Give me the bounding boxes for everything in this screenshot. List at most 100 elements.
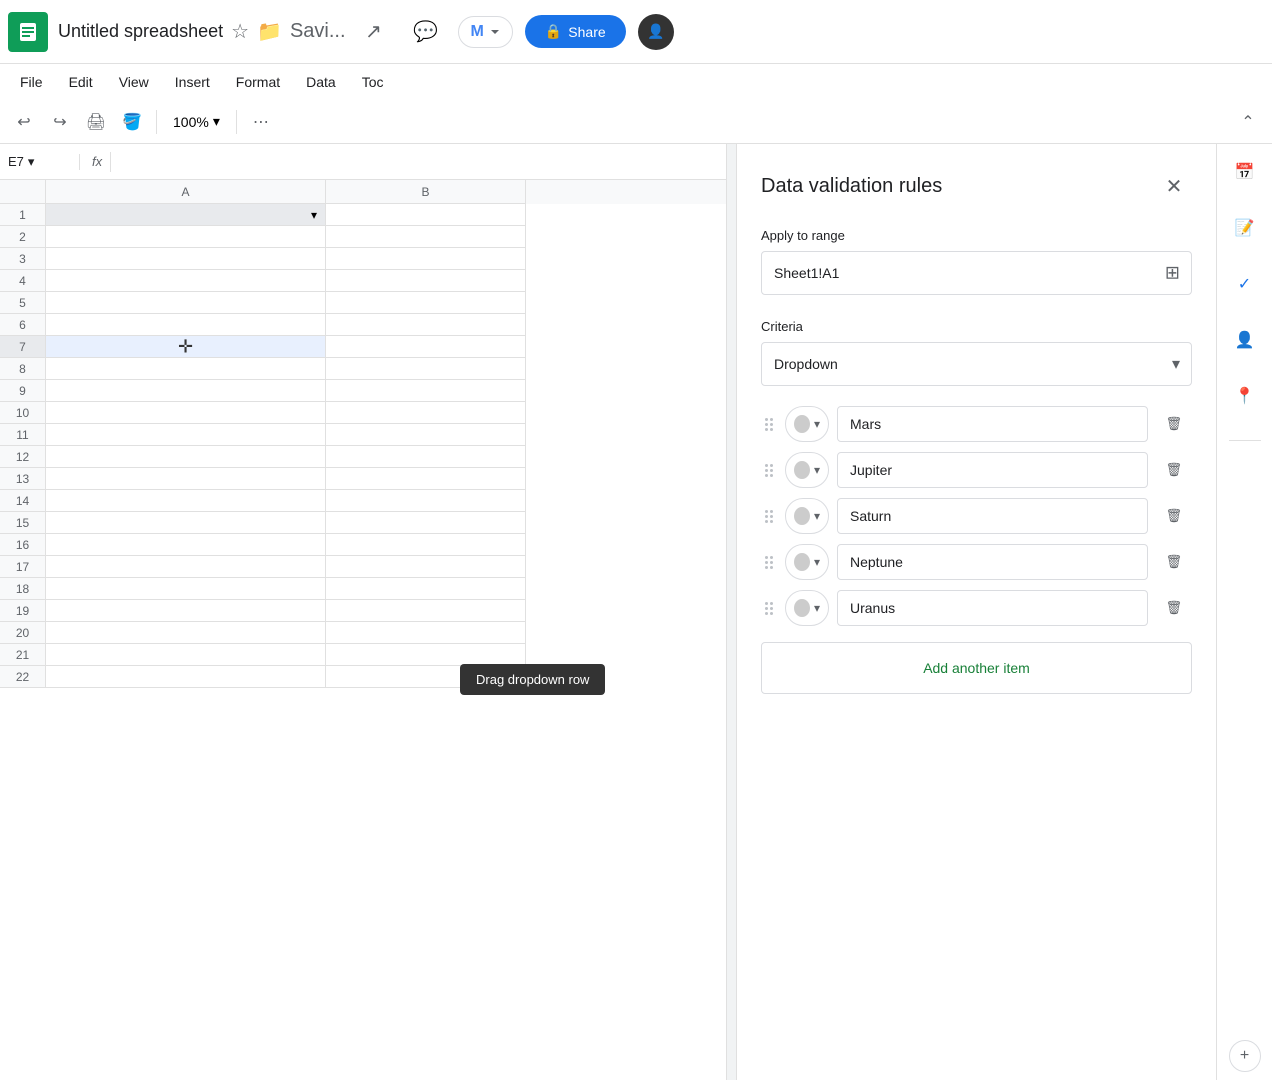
cell-a18[interactable]: [46, 578, 326, 600]
cell-b8[interactable]: [326, 358, 526, 380]
share-button[interactable]: 🔒 Share: [525, 15, 626, 48]
item-input-mars[interactable]: [837, 406, 1148, 442]
color-picker-1[interactable]: ▾: [785, 406, 829, 442]
drag-handle-3[interactable]: [761, 506, 777, 527]
zoom-selector[interactable]: 100% ▾: [165, 109, 228, 134]
cell-a10[interactable]: [46, 402, 326, 424]
cell-a20[interactable]: [46, 622, 326, 644]
menu-format[interactable]: Format: [224, 70, 292, 94]
delete-uranus-button[interactable]: 🗑: [1156, 590, 1192, 626]
cell-a9[interactable]: [46, 380, 326, 402]
cell-b15[interactable]: [326, 512, 526, 534]
calendar-icon[interactable]: 📅: [1225, 152, 1265, 192]
cell-a11[interactable]: [46, 424, 326, 446]
add-addon-button[interactable]: +: [1229, 1040, 1261, 1072]
color-picker-2[interactable]: ▾: [785, 452, 829, 488]
cell-b13[interactable]: [326, 468, 526, 490]
cell-b2[interactable]: [326, 226, 526, 248]
menu-edit[interactable]: Edit: [57, 70, 105, 94]
move-icon[interactable]: 📁: [257, 19, 282, 44]
item-input-saturn[interactable]: [837, 498, 1148, 534]
tasks-icon[interactable]: ✓: [1225, 264, 1265, 304]
cell-a13[interactable]: [46, 468, 326, 490]
cell-a12[interactable]: [46, 446, 326, 468]
criteria-select[interactable]: Dropdown Dropdown (from range) Checkbox …: [761, 342, 1192, 386]
grid-container[interactable]: A B 1 ▾ 2: [0, 180, 726, 1080]
cell-a1[interactable]: ▾: [46, 204, 326, 226]
redo-button[interactable]: ↪: [44, 106, 76, 138]
undo-button[interactable]: ↩: [8, 106, 40, 138]
cell-b10[interactable]: [326, 402, 526, 424]
star-icon[interactable]: ☆: [231, 19, 249, 44]
col-header-a[interactable]: A: [46, 180, 326, 204]
scrollbar[interactable]: [726, 144, 736, 1080]
chart-icon[interactable]: ↗: [354, 12, 394, 52]
maps-icon[interactable]: 📍: [1225, 376, 1265, 416]
cell-b7[interactable]: [326, 336, 526, 358]
cell-a3[interactable]: [46, 248, 326, 270]
cell-a6[interactable]: [46, 314, 326, 336]
delete-jupiter-button[interactable]: 🗑: [1156, 452, 1192, 488]
menu-data[interactable]: Data: [294, 70, 348, 94]
cell-b3[interactable]: [326, 248, 526, 270]
cell-a14[interactable]: [46, 490, 326, 512]
comment-icon[interactable]: 💬: [406, 12, 446, 52]
cell-b5[interactable]: [326, 292, 526, 314]
drag-handle-4[interactable]: [761, 552, 777, 573]
more-options-button[interactable]: ⋯: [245, 106, 277, 138]
menu-file[interactable]: File: [8, 70, 55, 94]
cell-a8[interactable]: [46, 358, 326, 380]
cell-a21[interactable]: [46, 644, 326, 666]
menu-toc[interactable]: Toc: [350, 70, 396, 94]
color-picker-3[interactable]: ▾: [785, 498, 829, 534]
add-item-button[interactable]: Add another item: [761, 642, 1192, 694]
cell-b17[interactable]: [326, 556, 526, 578]
cell-b19[interactable]: [326, 600, 526, 622]
cell-a16[interactable]: [46, 534, 326, 556]
cell-a19[interactable]: [46, 600, 326, 622]
color-picker-5[interactable]: ▾: [785, 590, 829, 626]
delete-saturn-button[interactable]: 🗑: [1156, 498, 1192, 534]
print-button[interactable]: 🖨: [80, 106, 112, 138]
formula-bar[interactable]: fx: [80, 152, 726, 172]
range-input[interactable]: [761, 251, 1192, 295]
menu-insert[interactable]: Insert: [163, 70, 222, 94]
drag-handle-2[interactable]: [761, 460, 777, 481]
cell-a7[interactable]: ✛: [46, 336, 326, 358]
user-avatar[interactable]: 👤: [638, 14, 674, 50]
cell-a17[interactable]: [46, 556, 326, 578]
collapse-button[interactable]: ⌃: [1232, 106, 1264, 138]
cell-a15[interactable]: [46, 512, 326, 534]
cell-b12[interactable]: [326, 446, 526, 468]
contacts-icon[interactable]: 👤: [1225, 320, 1265, 360]
drag-handle-5[interactable]: [761, 598, 777, 619]
color-picker-4[interactable]: ▾: [785, 544, 829, 580]
cell-b6[interactable]: [326, 314, 526, 336]
cell-b11[interactable]: [326, 424, 526, 446]
item-input-jupiter[interactable]: [837, 452, 1148, 488]
cell-b14[interactable]: [326, 490, 526, 512]
cell-b21[interactable]: [326, 644, 526, 666]
doc-title[interactable]: Untitled spreadsheet: [58, 21, 223, 42]
cell-a5[interactable]: [46, 292, 326, 314]
drag-handle-1[interactable]: [761, 414, 777, 435]
paint-format-button[interactable]: 🪣: [116, 106, 148, 138]
delete-neptune-button[interactable]: 🗑: [1156, 544, 1192, 580]
delete-mars-button[interactable]: 🗑: [1156, 406, 1192, 442]
cell-b4[interactable]: [326, 270, 526, 292]
item-input-uranus[interactable]: [837, 590, 1148, 626]
menu-view[interactable]: View: [107, 70, 161, 94]
cell-a4[interactable]: [46, 270, 326, 292]
notes-icon[interactable]: 📝: [1225, 208, 1265, 248]
dropdown-display[interactable]: ▾: [50, 206, 321, 224]
cell-b9[interactable]: [326, 380, 526, 402]
meet-button[interactable]: M: [458, 16, 513, 48]
cell-b20[interactable]: [326, 622, 526, 644]
panel-close-button[interactable]: ✕: [1156, 168, 1192, 204]
grid-selector-icon[interactable]: ⊞: [1165, 263, 1180, 284]
cell-b1[interactable]: [326, 204, 526, 226]
item-input-neptune[interactable]: [837, 544, 1148, 580]
cell-a22[interactable]: [46, 666, 326, 688]
cell-reference[interactable]: E7 ▾: [0, 154, 80, 170]
col-header-b[interactable]: B: [326, 180, 526, 204]
